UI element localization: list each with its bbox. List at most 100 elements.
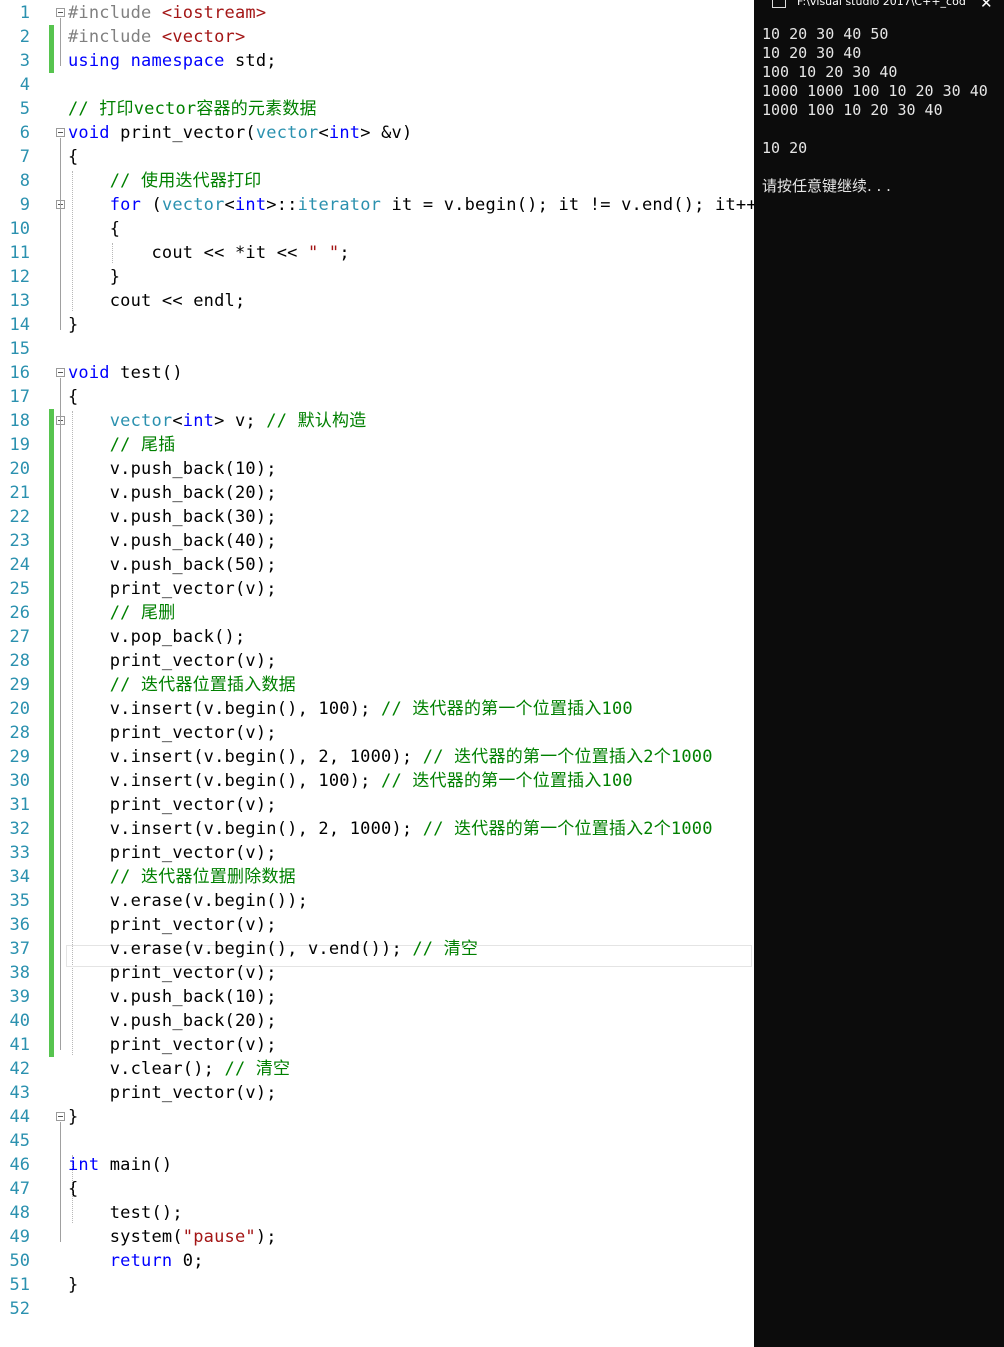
line-number: 16 xyxy=(9,363,30,383)
code-line[interactable]: v.pop_back(); xyxy=(68,625,245,649)
code-line[interactable]: // 使用迭代器打印 xyxy=(68,169,262,193)
code-line[interactable]: v.push_back(30); xyxy=(68,505,277,529)
code-line[interactable]: print_vector(v); xyxy=(68,577,277,601)
code-line[interactable]: print_vector(v); xyxy=(68,913,277,937)
code-line[interactable]: v.push_back(20); xyxy=(68,481,277,505)
code-line[interactable]: } xyxy=(68,1105,78,1129)
close-icon[interactable]: ✕ xyxy=(980,0,993,12)
code-line[interactable]: v.push_back(10); xyxy=(68,985,277,1009)
line-number: 10 xyxy=(9,219,30,239)
code-line[interactable]: } xyxy=(68,1273,78,1297)
code-line[interactable]: v.insert(v.begin(), 2, 1000); // 迭代器的第一个… xyxy=(68,745,713,769)
collapse-toggle-icon[interactable] xyxy=(56,128,65,137)
console-window[interactable]: F:\visual studio 2017\C++_cod ✕ 10 20 30… xyxy=(754,0,1004,1347)
line-number: 43 xyxy=(9,1083,30,1103)
code-line[interactable]: v.insert(v.begin(), 2, 1000); // 迭代器的第一个… xyxy=(68,817,713,841)
code-line[interactable]: v.clear(); // 清空 xyxy=(68,1057,290,1081)
code-line[interactable]: v.push_back(40); xyxy=(68,529,277,553)
console-output-line: 10 20 30 40 50 xyxy=(762,25,889,43)
code-line[interactable]: // 打印vector容器的元素数据 xyxy=(68,97,317,121)
code-line[interactable]: print_vector(v); xyxy=(68,961,277,985)
line-number: 24 xyxy=(9,555,30,575)
outline-scope-line xyxy=(60,378,61,1050)
line-number: 22 xyxy=(9,507,30,527)
line-number: 20 xyxy=(9,699,30,719)
code-line[interactable]: system("pause"); xyxy=(68,1225,277,1249)
code-line[interactable]: { xyxy=(68,1177,78,1201)
console-title-bar[interactable]: F:\visual studio 2017\C++_cod ✕ xyxy=(754,0,1004,12)
line-number: 39 xyxy=(9,987,30,1007)
collapse-toggle-icon[interactable] xyxy=(56,368,65,377)
code-line[interactable]: for (vector<int>::iterator it = v.begin(… xyxy=(68,193,754,217)
console-app-icon xyxy=(772,0,786,8)
code-line[interactable]: v.insert(v.begin(), 100); // 迭代器的第一个位置插入… xyxy=(68,697,633,721)
code-line[interactable]: { xyxy=(68,217,120,241)
code-line[interactable]: int main() xyxy=(68,1153,172,1177)
code-line[interactable]: test(); xyxy=(68,1201,183,1225)
line-number: 34 xyxy=(9,867,30,887)
code-line[interactable]: v.erase(v.begin()); xyxy=(68,889,308,913)
line-number: 28 xyxy=(9,723,30,743)
code-line[interactable]: #include <iostream> xyxy=(68,1,266,25)
code-line[interactable]: // 尾插 xyxy=(68,433,176,457)
code-line[interactable]: print_vector(v); xyxy=(68,793,277,817)
change-indicator-bar xyxy=(49,409,54,1057)
code-line[interactable]: v.push_back(50); xyxy=(68,553,277,577)
line-number: 42 xyxy=(9,1059,30,1079)
change-indicator-bar xyxy=(49,25,54,73)
code-line[interactable]: // 迭代器位置插入数据 xyxy=(68,673,296,697)
line-number: 48 xyxy=(9,1203,30,1223)
code-line[interactable]: using namespace std; xyxy=(68,49,277,73)
code-line[interactable]: } xyxy=(68,313,78,337)
code-line[interactable]: print_vector(v); xyxy=(68,841,277,865)
code-line[interactable]: print_vector(v); xyxy=(68,1081,277,1105)
line-number: 2 xyxy=(19,27,30,47)
line-number: 29 xyxy=(9,747,30,767)
code-line[interactable]: print_vector(v); xyxy=(68,1033,277,1057)
code-line[interactable]: cout << *it << " "; xyxy=(68,241,350,265)
outline-scope-line xyxy=(60,138,61,330)
line-number: 47 xyxy=(9,1179,30,1199)
code-line[interactable]: { xyxy=(68,145,78,169)
code-line[interactable]: // 迭代器位置删除数据 xyxy=(68,865,296,889)
line-number: 12 xyxy=(9,267,30,287)
collapse-toggle-icon[interactable] xyxy=(56,1112,65,1121)
code-line[interactable]: v.push_back(20); xyxy=(68,1009,277,1033)
line-number: 41 xyxy=(9,1035,30,1055)
line-number: 7 xyxy=(19,147,30,167)
code-line[interactable]: #include <vector> xyxy=(68,25,245,49)
code-line[interactable]: print_vector(v); xyxy=(68,721,277,745)
outline-scope-line xyxy=(60,1122,61,1242)
code-line[interactable]: v.push_back(10); xyxy=(68,457,277,481)
line-number: 23 xyxy=(9,531,30,551)
line-number: 6 xyxy=(19,123,30,143)
line-number: 1 xyxy=(19,3,30,23)
code-line[interactable]: // 尾删 xyxy=(68,601,176,625)
line-number: 17 xyxy=(9,387,30,407)
code-line[interactable]: return 0; xyxy=(68,1249,204,1273)
line-number: 45 xyxy=(9,1131,30,1151)
line-number: 9 xyxy=(19,195,30,215)
collapse-toggle-icon[interactable] xyxy=(56,8,65,17)
code-line[interactable]: { xyxy=(68,385,78,409)
code-line[interactable]: void print_vector(vector<int> &v) xyxy=(68,121,412,145)
console-output-line: 100 10 20 30 40 xyxy=(762,63,898,81)
code-line[interactable]: cout << endl; xyxy=(68,289,245,313)
code-line[interactable]: v.erase(v.begin(), v.end()); // 清空 xyxy=(68,937,478,961)
code-line[interactable]: print_vector(v); xyxy=(68,649,277,673)
line-number: 51 xyxy=(9,1275,30,1295)
code-line[interactable]: } xyxy=(68,265,120,289)
line-number: 18 xyxy=(9,411,30,431)
code-line[interactable]: v.insert(v.begin(), 100); // 迭代器的第一个位置插入… xyxy=(68,769,633,793)
line-number: 37 xyxy=(9,939,30,959)
line-number: 14 xyxy=(9,315,30,335)
line-number: 4 xyxy=(19,75,30,95)
code-line[interactable]: vector<int> v; // 默认构造 xyxy=(68,409,366,433)
console-output-line: 10 20 xyxy=(762,139,808,157)
line-number: 25 xyxy=(9,579,30,599)
code-line[interactable]: void test() xyxy=(68,361,183,385)
line-number: 30 xyxy=(9,771,30,791)
line-number: 49 xyxy=(9,1227,30,1247)
code-editor[interactable]: 1 2 3 4 5 6 7 8 9 10 11 12 13 14 15 16 17 18 19 20 21 22 23 24 2… xyxy=(0,0,754,1347)
console-output-line: 1000 1000 100 10 20 30 40 xyxy=(762,82,988,100)
